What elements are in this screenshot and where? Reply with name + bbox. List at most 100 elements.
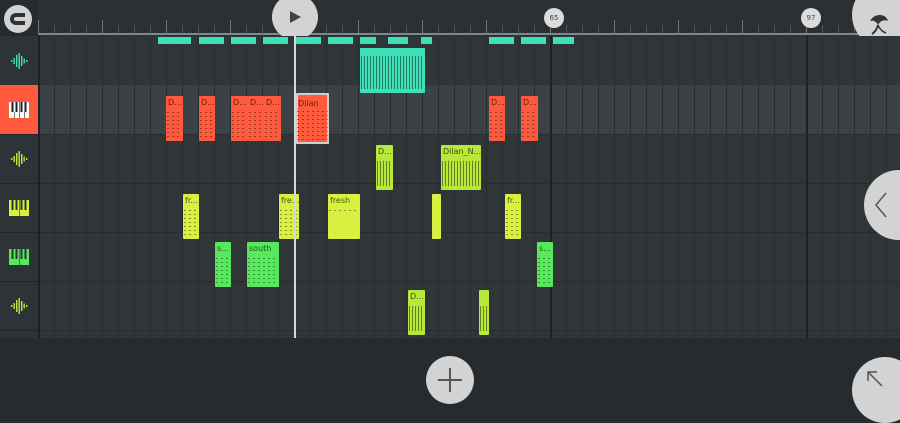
lane-6[interactable] — [38, 281, 900, 331]
pattern-marker[interactable] — [158, 37, 191, 44]
bar-marker-65[interactable]: 65 — [544, 8, 564, 28]
grid-line — [678, 36, 679, 338]
clip-notes — [232, 110, 247, 137]
lane-5[interactable] — [38, 232, 900, 282]
ruler-tick — [166, 20, 167, 34]
pattern-marker[interactable] — [421, 37, 432, 44]
ruler-tick — [70, 25, 71, 34]
pattern-marker[interactable] — [199, 37, 224, 44]
grid-line — [614, 36, 615, 338]
ruler-tick — [774, 25, 775, 34]
bar-marker-97[interactable]: 97 — [801, 8, 821, 28]
clip-label: s... — [217, 244, 229, 253]
ruler-tick — [342, 25, 343, 34]
grid-line — [854, 36, 855, 338]
ruler-tick — [118, 25, 119, 34]
pattern-clip[interactable]: D... — [166, 96, 183, 141]
pattern-marker[interactable] — [263, 37, 288, 44]
pattern-marker[interactable] — [295, 37, 321, 44]
pattern-clip[interactable]: D... — [248, 96, 264, 141]
clip-label: s... — [539, 244, 551, 253]
grid-line — [582, 36, 583, 338]
track-5-piano-button[interactable] — [0, 232, 38, 282]
pattern-clip[interactable]: fre... — [279, 194, 299, 239]
pattern-marker[interactable] — [231, 37, 256, 44]
clip-label: D... — [410, 292, 424, 301]
grid-line — [326, 36, 327, 338]
audio-clip[interactable] — [360, 48, 425, 93]
grid-line — [822, 36, 823, 338]
ruler-baseline — [38, 33, 900, 35]
snap-magnet-button[interactable] — [4, 5, 32, 33]
track-6-audio-button[interactable] — [0, 281, 38, 331]
grid-line — [54, 36, 55, 338]
ruler-tick — [358, 20, 359, 34]
clip-notes — [248, 256, 278, 283]
grid-line — [70, 36, 71, 338]
fruit-logo-icon — [870, 15, 888, 35]
pattern-clip-selected[interactable]: Dilan — [296, 93, 329, 144]
clip-notes — [265, 110, 280, 137]
audio-clip[interactable]: D... — [408, 290, 425, 335]
pattern-clip[interactable]: D... — [264, 96, 281, 141]
ruler-tick — [678, 20, 679, 34]
pattern-clip[interactable]: s... — [537, 242, 553, 287]
ruler-tick — [630, 25, 631, 34]
pattern-clip[interactable]: D... — [199, 96, 215, 141]
grid-line — [838, 36, 839, 338]
pattern-clip[interactable]: fresh — [328, 194, 360, 239]
grid-line — [310, 36, 311, 338]
grid-line — [166, 36, 167, 338]
pattern-marker[interactable] — [489, 37, 514, 44]
ruler-tick — [262, 25, 263, 34]
clip-label: D... — [491, 98, 505, 107]
audio-clip[interactable]: Dilan_N... — [441, 145, 481, 190]
grid-line — [502, 36, 503, 338]
lane-4[interactable] — [38, 183, 900, 233]
grid-line — [102, 36, 103, 338]
track-4-piano-button[interactable] — [0, 183, 38, 233]
ruler-tick — [38, 20, 39, 34]
clip-waveform — [361, 56, 424, 89]
pattern-clip[interactable]: s... — [215, 242, 231, 287]
audio-clip[interactable] — [479, 290, 489, 335]
timeline-ruler[interactable]: 65 97 — [38, 0, 900, 36]
pattern-clip[interactable]: fr... — [505, 194, 521, 239]
pattern-clip[interactable] — [432, 194, 441, 239]
grid-line — [550, 36, 552, 338]
grid-line — [758, 36, 759, 338]
ruler-tick — [758, 25, 759, 34]
chevron-left-icon — [875, 192, 887, 218]
pattern-marker[interactable] — [360, 37, 376, 44]
clip-notes — [216, 256, 230, 283]
play-icon — [290, 11, 301, 23]
waveform-icon — [11, 297, 28, 314]
audio-clip[interactable]: D... — [376, 145, 393, 190]
piano-icon — [9, 248, 29, 265]
pattern-marker[interactable] — [388, 37, 408, 44]
track-1-audio-button[interactable] — [0, 36, 38, 86]
clip-notes — [184, 208, 198, 235]
magnet-icon — [10, 13, 25, 25]
grid-line — [150, 36, 151, 338]
pattern-clip[interactable]: D... — [489, 96, 505, 141]
track-3-audio-button[interactable] — [0, 134, 38, 184]
pattern-clip[interactable]: south — [247, 242, 279, 287]
grid-line — [774, 36, 775, 338]
playhead[interactable] — [294, 36, 296, 338]
pattern-marker[interactable] — [553, 37, 574, 44]
pattern-marker[interactable] — [328, 37, 353, 44]
pattern-clip[interactable]: D... — [521, 96, 538, 141]
ruler-tick — [710, 25, 711, 34]
playlist-grid[interactable]: D... D... D... D... D... Dilan D... D...… — [38, 36, 900, 338]
track-2-piano-button[interactable] — [0, 85, 38, 135]
pattern-clip[interactable]: D... — [231, 96, 248, 141]
ruler-tick — [518, 25, 519, 34]
clip-notes — [200, 110, 214, 137]
pattern-clip[interactable]: fr... — [183, 194, 199, 239]
grid-line — [230, 36, 231, 338]
pattern-marker[interactable] — [521, 37, 546, 44]
add-button[interactable] — [426, 356, 474, 404]
clip-notes — [167, 110, 182, 137]
grid-line — [342, 36, 343, 338]
